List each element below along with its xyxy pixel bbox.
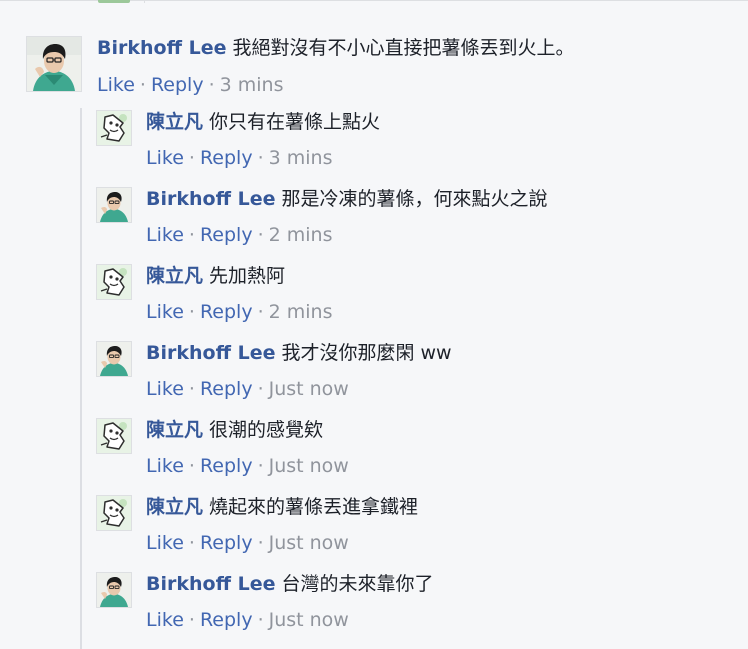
reply-comment-line: Birkhoff Lee 台灣的未來靠你了 xyxy=(146,571,433,597)
comment-timestamp[interactable]: 2 mins xyxy=(269,224,333,246)
separator-dot: · xyxy=(257,532,264,554)
separator-dot: · xyxy=(188,532,195,554)
reply-link[interactable]: Reply xyxy=(200,301,253,323)
reply-actions: Like · Reply · Just now xyxy=(146,376,349,402)
reply-link[interactable]: Reply xyxy=(200,455,253,477)
boy-avatar-icon[interactable] xyxy=(96,572,132,608)
boy-avatar-icon[interactable] xyxy=(96,187,132,223)
separator-dot: · xyxy=(257,609,264,631)
separator-dot: · xyxy=(257,455,264,477)
comment-thread-page: Birkhoff Lee 我絕對沒有不小心直接把薯條丟到火上。 Like · Repl… xyxy=(0,0,748,649)
comment-author-link[interactable]: 陳立凡 xyxy=(146,111,203,133)
comment-timestamp[interactable]: Just now xyxy=(269,609,349,631)
reply-link[interactable]: Reply xyxy=(200,147,253,169)
separator-dot: · xyxy=(188,224,195,246)
separator-dot: · xyxy=(257,147,264,169)
reply-actions: Like · Reply · Just now xyxy=(146,453,349,479)
separator-dot: · xyxy=(188,147,195,169)
comment-author-link[interactable]: Birkhoff Lee xyxy=(97,37,226,59)
comment-author-link[interactable]: 陳立凡 xyxy=(146,419,203,441)
comment-timestamp[interactable]: Just now xyxy=(269,455,349,477)
reply-comment-line: 陳立凡 燒起來的薯條丟進拿鐵裡 xyxy=(146,494,418,520)
separator-dot: · xyxy=(188,455,195,477)
separator-dot: · xyxy=(188,378,195,400)
reply-link[interactable]: Reply xyxy=(200,378,253,400)
like-link[interactable]: Like xyxy=(146,224,184,246)
comment-text: 我才沒你那麼閑 ww xyxy=(281,342,452,364)
like-link[interactable]: Like xyxy=(146,609,184,631)
like-link[interactable]: Like xyxy=(146,455,184,477)
reply-comment-line: 陳立凡 你只有在薯條上點火 xyxy=(146,109,380,135)
separator-dot: · xyxy=(257,378,264,400)
comment-author-link[interactable]: 陳立凡 xyxy=(146,265,203,287)
cartoon-avatar-icon[interactable] xyxy=(96,110,132,146)
cartoon-avatar-icon[interactable] xyxy=(96,418,132,454)
boy-avatar-icon[interactable] xyxy=(96,341,132,377)
separator-dot: · xyxy=(257,224,264,246)
comment-author-link[interactable]: 陳立凡 xyxy=(146,496,203,518)
comment-timestamp[interactable]: 2 mins xyxy=(269,301,333,323)
like-link[interactable]: Like xyxy=(97,74,135,96)
like-link[interactable]: Like xyxy=(146,147,184,169)
previous-avatar-edge xyxy=(98,0,130,3)
reply-link[interactable]: Reply xyxy=(200,224,253,246)
reply-comment-line: Birkhoff Lee 那是冷凍的薯條，何來點火之說 xyxy=(146,186,547,212)
previous-thread-rule xyxy=(144,0,145,3)
comment-text: 很潮的感覺欸 xyxy=(209,419,324,441)
reply-link[interactable]: Reply xyxy=(200,609,253,631)
boy-avatar-icon[interactable] xyxy=(26,36,82,92)
comment-timestamp[interactable]: 3 mins xyxy=(220,74,284,96)
comment-text: 台灣的未來靠你了 xyxy=(281,573,434,595)
reply-actions: Like · Reply · 3 mins xyxy=(146,145,332,171)
separator-dot: · xyxy=(257,301,264,323)
comment-author-link[interactable]: Birkhoff Lee xyxy=(146,573,275,595)
comment-timestamp[interactable]: Just now xyxy=(269,532,349,554)
main-comment-line: Birkhoff Lee 我絕對沒有不小心直接把薯條丟到火上。 xyxy=(97,35,574,61)
comment-text: 你只有在薯條上點火 xyxy=(209,111,381,133)
comment-text: 我絕對沒有不小心直接把薯條丟到火上。 xyxy=(232,37,575,59)
comment-timestamp[interactable]: Just now xyxy=(269,378,349,400)
comment-timestamp[interactable]: 3 mins xyxy=(269,147,333,169)
separator-dot: · xyxy=(188,301,195,323)
comment-text: 燒起來的薯條丟進拿鐵裡 xyxy=(209,496,419,518)
reply-link[interactable]: Reply xyxy=(200,532,253,554)
cartoon-avatar-icon[interactable] xyxy=(96,495,132,531)
previous-comment-edge xyxy=(0,0,748,12)
reply-comment-line: 陳立凡 很潮的感覺欸 xyxy=(146,417,323,443)
cartoon-avatar-icon[interactable] xyxy=(96,264,132,300)
reply-comment-line: 陳立凡 先加熱阿 xyxy=(146,263,285,289)
like-link[interactable]: Like xyxy=(146,378,184,400)
separator-dot: · xyxy=(188,609,195,631)
comment-text: 那是冷凍的薯條，何來點火之說 xyxy=(281,188,548,210)
separator-dot: · xyxy=(208,74,215,96)
main-comment-actions: Like · Reply · 3 mins xyxy=(97,72,283,98)
reply-actions: Like · Reply · Just now xyxy=(146,607,349,633)
separator-dot: · xyxy=(139,74,146,96)
reply-thread-line xyxy=(80,108,82,649)
reply-actions: Like · Reply · 2 mins xyxy=(146,299,332,325)
like-link[interactable]: Like xyxy=(146,301,184,323)
comment-text: 先加熱阿 xyxy=(209,265,286,287)
reply-link[interactable]: Reply xyxy=(151,74,204,96)
comment-author-link[interactable]: Birkhoff Lee xyxy=(146,188,275,210)
comment-author-link[interactable]: Birkhoff Lee xyxy=(146,342,275,364)
reply-comment-line: Birkhoff Lee 我才沒你那麼閑 ww xyxy=(146,340,452,366)
reply-actions: Like · Reply · 2 mins xyxy=(146,222,332,248)
reply-actions: Like · Reply · Just now xyxy=(146,530,349,556)
like-link[interactable]: Like xyxy=(146,532,184,554)
